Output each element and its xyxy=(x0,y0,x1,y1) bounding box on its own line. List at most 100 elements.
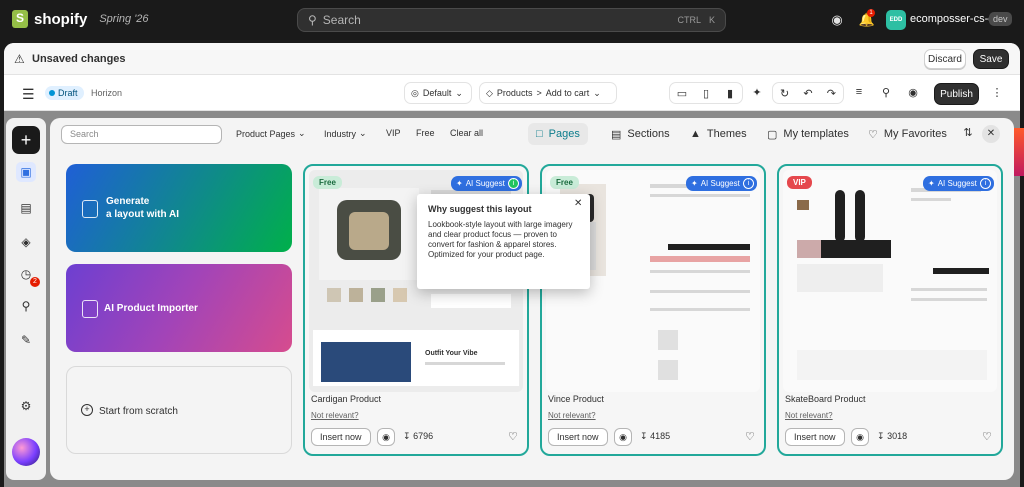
brand-name: shopify xyxy=(34,10,88,28)
brush-icon[interactable]: ✎ xyxy=(16,330,36,350)
breadcrumb-products: Products xyxy=(496,88,533,98)
not-relevant-link[interactable]: Not relevant? xyxy=(548,411,596,420)
insert-now-button[interactable]: Insert now xyxy=(785,428,845,446)
shopify-bag-icon xyxy=(12,10,28,28)
details-block xyxy=(431,294,511,308)
favorite-heart-icon[interactable]: ♡ xyxy=(508,430,518,443)
text-line xyxy=(425,362,505,365)
editor-toolbar: ☰ Draft Horizon ◎ Default ⌄ ◇ Products >… xyxy=(4,75,1020,111)
preview-eye-icon[interactable]: ◉ xyxy=(614,428,632,446)
save-button[interactable]: Save xyxy=(973,49,1009,69)
text-line xyxy=(650,290,750,293)
settings-sliders-icon[interactable]: ≡ xyxy=(851,86,867,98)
free-filter[interactable]: Free xyxy=(416,128,435,138)
text-line xyxy=(650,308,750,311)
admin-search[interactable]: ⚲ Search CTRL K xyxy=(297,8,726,32)
tab-my-templates[interactable]: ▢ My templates xyxy=(759,123,857,145)
scratch-label: Start from scratch xyxy=(99,406,178,417)
tablet-icon[interactable]: ▯ xyxy=(694,87,718,100)
ai-suggest-label: AI Suggest xyxy=(937,179,977,188)
plus-circle-icon: + xyxy=(81,404,93,416)
edition-label: Spring '26 xyxy=(99,13,149,25)
menu-icon[interactable]: ☰ xyxy=(22,86,35,103)
add-to-cart-bar xyxy=(668,244,750,250)
notification-badge: 1 xyxy=(867,9,875,17)
tab-themes[interactable]: ▲ Themes xyxy=(682,123,755,145)
popover-body: Lookbook-style layout with large imagery… xyxy=(428,220,573,259)
thumbnail xyxy=(371,288,385,302)
history-icon[interactable]: ↻ xyxy=(773,87,796,100)
industry-filter[interactable]: Industry ⌄ xyxy=(324,128,367,139)
ai-suggest-badge[interactable]: ✦ AI Suggest i xyxy=(686,176,757,191)
vip-filter[interactable]: VIP xyxy=(386,128,401,138)
not-relevant-link[interactable]: Not relevant? xyxy=(311,411,359,420)
preview-eye-icon[interactable]: ◉ xyxy=(851,428,869,446)
discard-button[interactable]: Discard xyxy=(924,49,966,69)
text-line xyxy=(650,270,750,273)
store-tag: dev xyxy=(989,12,1012,26)
page-type-filter-label: Product Pages xyxy=(236,128,296,139)
sort-icon[interactable]: ⇅ xyxy=(960,126,976,139)
template-card[interactable]: VIP ✦ AI Suggest i SkateBoard Product No… xyxy=(777,164,1003,456)
ai-suggest-badge[interactable]: ✦ AI Suggest i xyxy=(451,176,522,191)
clear-all-link[interactable]: Clear all xyxy=(450,128,483,138)
store-avatar[interactable]: EDD xyxy=(886,10,906,30)
desktop-icon[interactable]: ▭ xyxy=(670,87,694,100)
page-breadcrumb[interactable]: ◇ Products > Add to cart ⌄ xyxy=(479,82,617,104)
start-from-scratch-card[interactable]: + Start from scratch xyxy=(66,366,292,454)
sparkle-icon: ✦ xyxy=(456,179,463,188)
insert-now-button[interactable]: Insert now xyxy=(548,428,608,446)
close-icon[interactable]: ✕ xyxy=(574,198,582,209)
info-icon[interactable]: i xyxy=(742,178,754,189)
review-icon[interactable]: ⚲ xyxy=(16,296,36,316)
gear-icon[interactable]: ⚙ xyxy=(16,396,36,416)
text-line xyxy=(650,194,750,197)
more-options-icon[interactable]: ⋮ xyxy=(989,86,1005,99)
preview-eye-icon[interactable]: ◉ xyxy=(377,428,395,446)
tab-pages[interactable]: □ Pages xyxy=(528,123,588,145)
sparkle-icon: ✦ xyxy=(691,179,698,188)
template-search-input[interactable]: Search xyxy=(61,125,222,144)
generate-ai-card[interactable]: Generate a layout with AI xyxy=(66,164,292,252)
sidekick-icon[interactable]: ◉ xyxy=(828,11,846,29)
tab-sections[interactable]: ▤ Sections xyxy=(603,123,678,145)
download-icon: ↧ xyxy=(403,431,411,441)
importer-label: AI Product Importer xyxy=(104,303,198,314)
info-icon[interactable]: i xyxy=(979,178,991,189)
pages-icon[interactable]: ▣ xyxy=(16,162,36,182)
chevron-down-icon: ⌄ xyxy=(359,128,367,138)
insert-now-button[interactable]: Insert now xyxy=(311,428,371,446)
chevron-down-icon: ⌄ xyxy=(593,87,601,98)
page-type-filter[interactable]: Product Pages ⌄ xyxy=(236,128,306,139)
ai-importer-card[interactable]: AI Product Importer xyxy=(66,264,292,352)
search-page-icon[interactable]: ⚲ xyxy=(878,86,894,99)
admin-topbar: shopify Spring '26 ⚲ Search CTRL K ◉ 🔔 1… xyxy=(0,0,1024,40)
close-icon[interactable]: ✕ xyxy=(982,125,1000,143)
info-icon[interactable]: i xyxy=(507,178,519,189)
redo-icon[interactable]: ↷ xyxy=(820,87,843,100)
favorite-heart-icon[interactable]: ♡ xyxy=(982,430,992,443)
sections-icon[interactable]: ▤ xyxy=(16,198,36,218)
preview-eye-icon[interactable]: ◉ xyxy=(905,86,921,99)
shopify-logo[interactable]: shopify Spring '26 xyxy=(12,10,149,28)
template-select[interactable]: ◎ Default ⌄ xyxy=(404,82,472,104)
not-relevant-link[interactable]: Not relevant? xyxy=(785,411,833,420)
layers-icon[interactable]: ◈ xyxy=(16,232,36,252)
template-preview[interactable] xyxy=(783,170,997,392)
warning-icon: ⚠ xyxy=(14,52,25,66)
undo-icon[interactable]: ↶ xyxy=(796,87,819,100)
inspector-icon[interactable]: ✦ xyxy=(749,86,765,99)
cardigan-pattern xyxy=(349,212,389,250)
side-rail: + ▣ ▤ ◈ ◷ ⚲ 2 ✎ ⚙ xyxy=(6,118,46,480)
tab-my-favorites[interactable]: ♡ My Favorites xyxy=(860,123,955,145)
ai-suggest-label: AI Suggest xyxy=(465,179,505,188)
generate-line2: a layout with AI xyxy=(106,209,179,220)
ai-document-icon xyxy=(82,200,98,218)
add-icon[interactable]: + xyxy=(12,126,40,154)
tab-pages-label: Pages xyxy=(548,128,580,140)
publish-button[interactable]: Publish xyxy=(934,83,979,105)
mobile-icon[interactable]: ▮ xyxy=(718,87,742,100)
ai-assistant-orb-icon[interactable] xyxy=(12,438,40,466)
ai-suggest-badge[interactable]: ✦ AI Suggest i xyxy=(923,176,994,191)
favorite-heart-icon[interactable]: ♡ xyxy=(745,430,755,443)
